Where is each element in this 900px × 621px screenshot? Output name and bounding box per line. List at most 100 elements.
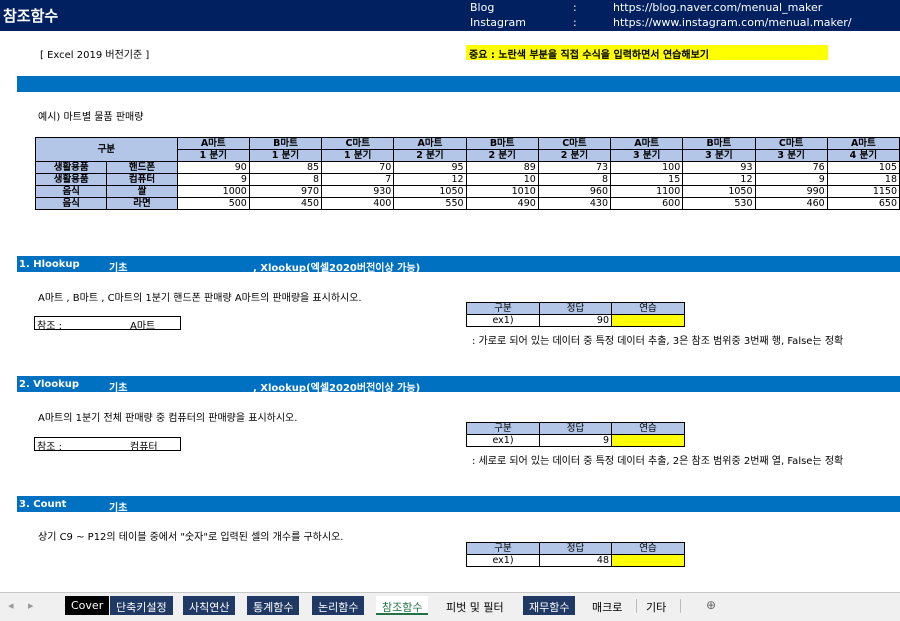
tab-arithmetic[interactable]: 사칙연산 [183,596,236,615]
value-cell[interactable]: 93 [682,161,756,174]
value-cell[interactable]: 400 [321,197,395,210]
example-cell[interactable]: ex1) [466,314,540,327]
value-cell[interactable]: 12 [682,173,756,186]
column-quarter[interactable]: 3 분기 [610,149,684,162]
value-cell[interactable]: 960 [537,185,612,198]
value-cell[interactable]: 18 [826,173,900,186]
value-cell[interactable]: 7 [321,173,395,186]
value-cell[interactable]: 530 [682,197,756,210]
column-mart[interactable]: A마트 [610,137,684,150]
tab-reference[interactable]: 참조함수 [376,596,429,615]
tab-macro[interactable]: 매크로 [586,596,628,615]
header-cell[interactable]: 연습 [611,422,685,435]
value-cell[interactable]: 1010 [465,185,539,198]
tab-cover[interactable]: Cover [65,596,110,615]
instagram-link[interactable]: https://www.instagram.com/menual.maker/ [613,16,852,29]
row-category[interactable]: 음식 [34,185,108,198]
reference-box[interactable]: 참조 : A마트 [34,316,181,332]
header-cell[interactable]: 연습 [611,542,685,555]
value-cell[interactable]: 490 [465,197,539,210]
practice-cell[interactable] [611,434,685,447]
column-mart[interactable]: A마트 [176,137,250,150]
column-quarter[interactable]: 3 분기 [754,149,828,162]
column-mart[interactable]: B마트 [682,137,756,150]
tab-pivot-filter[interactable]: 피벗 및 필터 [440,596,510,615]
column-mart[interactable]: C마트 [754,137,828,150]
value-cell[interactable]: 600 [610,197,684,210]
header-cell[interactable]: 구분 [466,422,540,435]
value-cell[interactable]: 90 [176,161,250,174]
header-cell[interactable]: 구분 [466,302,540,315]
row-item[interactable]: 컴퓨터 [106,173,178,186]
value-cell[interactable]: 990 [754,185,828,198]
value-cell[interactable]: 970 [248,185,323,198]
value-cell[interactable]: 9 [754,173,828,186]
value-cell[interactable]: 73 [537,161,612,174]
value-cell[interactable]: 8 [537,173,612,186]
value-cell[interactable]: 1150 [826,185,900,198]
column-quarter[interactable]: 1 분기 [176,149,250,162]
value-cell[interactable]: 105 [826,161,900,174]
answer-cell[interactable]: 90 [539,314,612,327]
column-mart[interactable]: C마트 [321,137,395,150]
column-mart[interactable]: B마트 [248,137,323,150]
practice-cell[interactable] [611,554,685,567]
value-cell[interactable]: 650 [826,197,900,210]
table-corner[interactable]: 구분 [35,137,178,162]
value-cell[interactable]: 450 [248,197,323,210]
value-cell[interactable]: 70 [321,161,395,174]
example-cell[interactable]: ex1) [466,434,540,447]
add-sheet-icon[interactable]: ⊕ [700,596,722,615]
value-cell[interactable]: 1050 [393,185,467,198]
column-quarter[interactable]: 1 분기 [321,149,395,162]
value-cell[interactable]: 15 [610,173,684,186]
tab-statistics[interactable]: 통계함수 [247,596,300,615]
value-cell[interactable]: 100 [610,161,684,174]
value-cell[interactable]: 8 [248,173,323,186]
value-cell[interactable]: 12 [393,173,467,186]
column-quarter[interactable]: 1 분기 [248,149,323,162]
row-item[interactable]: 핸드폰 [106,161,178,174]
answer-cell[interactable]: 9 [539,434,612,447]
header-cell[interactable]: 구분 [466,542,540,555]
scroll-right-icon[interactable]: ▸ [22,596,40,615]
practice-cell[interactable] [611,314,685,327]
column-quarter[interactable]: 4 분기 [826,149,900,162]
column-mart[interactable]: C마트 [537,137,612,150]
value-cell[interactable]: 85 [248,161,323,174]
column-quarter[interactable]: 3 분기 [682,149,756,162]
tab-logic[interactable]: 논리함수 [312,596,365,615]
column-mart[interactable]: A마트 [393,137,467,150]
column-mart[interactable]: B마트 [465,137,539,150]
row-category[interactable]: 음식 [34,197,108,210]
row-item[interactable]: 쌀 [106,185,178,198]
tab-etc[interactable]: 기타 [640,596,672,615]
value-cell[interactable]: 1050 [682,185,756,198]
example-cell[interactable]: ex1) [466,554,540,567]
tab-finance[interactable]: 재무함수 [523,596,576,615]
value-cell[interactable]: 9 [176,173,250,186]
column-quarter[interactable]: 2 분기 [465,149,539,162]
answer-cell[interactable]: 48 [539,554,612,567]
scroll-left-icon[interactable]: ◂ [2,596,20,615]
reference-box[interactable]: 참조 : 컴퓨터 [34,437,181,453]
header-cell[interactable]: 정답 [539,422,612,435]
row-item[interactable]: 라면 [106,197,178,210]
value-cell[interactable]: 76 [754,161,828,174]
value-cell[interactable]: 930 [321,185,395,198]
value-cell[interactable]: 550 [393,197,467,210]
tab-shortcuts[interactable]: 단축키설정 [110,596,173,615]
header-cell[interactable]: 정답 [539,542,612,555]
value-cell[interactable]: 460 [754,197,828,210]
value-cell[interactable]: 1000 [176,185,250,198]
row-category[interactable]: 생활용품 [34,161,108,174]
value-cell[interactable]: 500 [176,197,250,210]
value-cell[interactable]: 1100 [610,185,684,198]
value-cell[interactable]: 10 [465,173,539,186]
header-cell[interactable]: 정답 [539,302,612,315]
header-cell[interactable]: 연습 [611,302,685,315]
blog-link[interactable]: https://blog.naver.com/menual_maker [613,1,822,14]
value-cell[interactable]: 89 [465,161,539,174]
row-category[interactable]: 생활용품 [34,173,108,186]
value-cell[interactable]: 95 [393,161,467,174]
